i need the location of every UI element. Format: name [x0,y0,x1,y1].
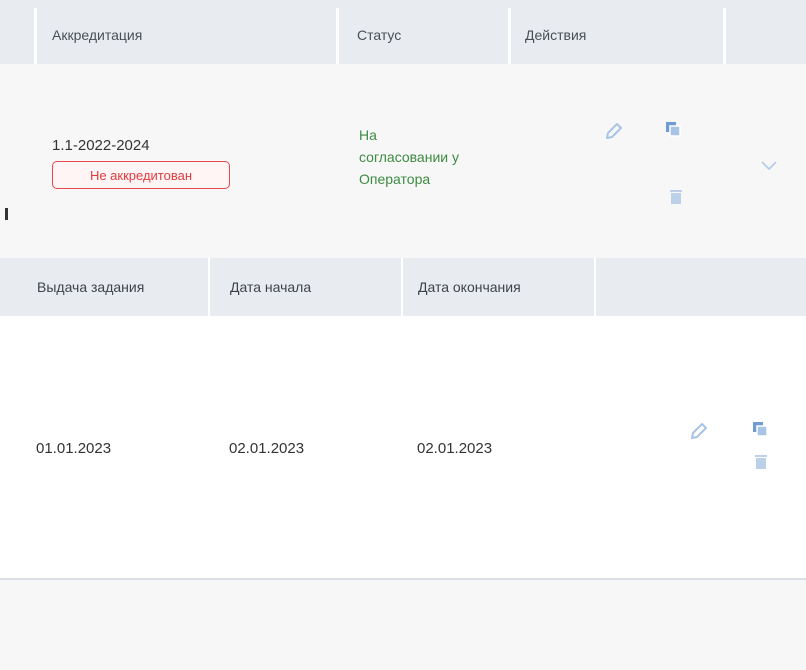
accreditation-status-badge: Не аккредитован [52,161,230,189]
column-separator [594,258,596,316]
accreditation-number: 1.1-2022-2024 [52,137,150,154]
header-status[interactable]: Статус [357,27,401,43]
table-footer [0,580,806,670]
status-line: согласовании у [359,149,459,165]
column-separator [401,258,403,316]
chevron-down-icon[interactable] [760,160,778,172]
status-line: На [359,127,377,143]
column-separator [34,8,37,64]
column-separator [336,8,339,64]
status-line: Оператора [359,171,431,187]
header-accreditation[interactable]: Аккредитация [52,27,142,43]
table-header: Аккредитация Статус Действия [0,0,806,64]
subtable-header: Выдача задания Дата начала Дата окончани… [0,258,806,316]
badge-label: Не аккредитован [89,167,193,183]
subtable-row[interactable] [0,316,806,578]
trash-icon[interactable] [669,189,683,205]
row-status: На согласовании у Оператора [359,124,509,190]
column-separator [208,258,210,316]
pencil-icon[interactable] [603,120,625,142]
trash-icon[interactable] [754,454,768,470]
start-date: 02.01.2023 [229,440,305,457]
header-start-date[interactable]: Дата начала [230,279,311,295]
end-date: 02.01.2023 [417,440,493,457]
header-end-date[interactable]: Дата окончания [418,279,521,295]
issue-date: 01.01.2023 [36,440,112,457]
copy-icon[interactable] [752,421,768,437]
header-issue[interactable]: Выдача задания [37,279,144,295]
copy-icon[interactable] [665,121,681,137]
left-edge-mark [5,208,8,220]
column-separator [508,8,511,64]
column-separator [723,8,726,64]
header-actions: Действия [525,27,587,43]
pencil-icon[interactable] [688,420,710,442]
